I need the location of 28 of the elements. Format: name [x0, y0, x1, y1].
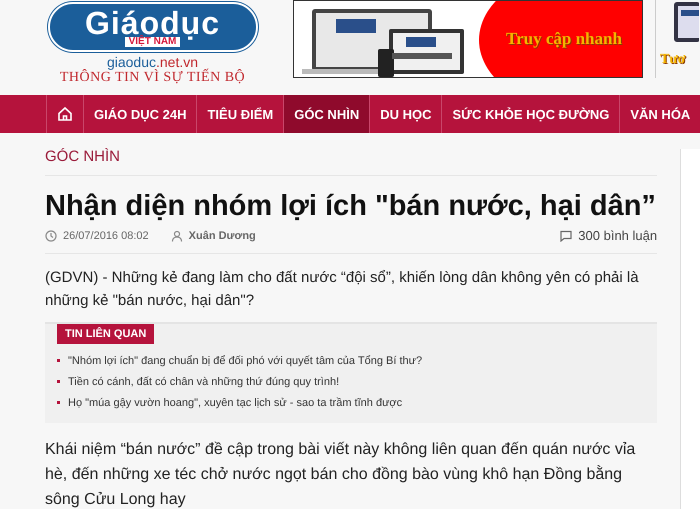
bullet-icon	[57, 401, 60, 404]
nav-tab[interactable]: SỨC KHỎE HỌC ĐƯỜNG	[441, 95, 620, 133]
related-heading: TIN LIÊN QUAN	[57, 324, 154, 344]
banner-caption: Tươ	[660, 52, 686, 68]
author-name[interactable]: Xuân Dương	[188, 230, 256, 242]
article-title: Nhận diện nhóm lợi ích "bán nước, hại dân”	[45, 189, 657, 224]
home-icon	[57, 106, 73, 122]
logo-badge[interactable]: Giáodục VIỆT NAM	[48, 2, 258, 52]
related-link[interactable]: Tiền có cánh, đất có chân và những thứ đúng quy trình!	[68, 376, 340, 388]
nav-tab[interactable]: DU HỌC	[369, 95, 442, 133]
article-body: Khái niệm “bán nước” đề cập trong bài viết này không liên quan đến quán nước vỉa hè, đến những xe téc chở nước ngọt bán cho đồng bào vùng khô hạn Đồng bằng sông Cửu Long hay	[45, 440, 636, 509]
related-link[interactable]: "Nhóm lợi ích" đang chuẩn bị để đối phó với quyết tâm của Tổng Bí thư?	[68, 354, 422, 366]
site-domain: giaoduc.net.vn	[106, 54, 198, 70]
slogan: THÔNG TIN VÌ SỰ TIẾN BỘ	[60, 70, 246, 86]
category-label[interactable]: GÓC NHÌN	[45, 133, 658, 176]
nav-tab[interactable]: GIÁO DỤC 24H	[83, 95, 196, 133]
comment-count[interactable]: 300 bình luận	[578, 228, 658, 243]
bullet-icon	[57, 380, 60, 383]
clock-icon	[45, 230, 57, 242]
nav-tab[interactable]: VĂN HÓA	[619, 95, 700, 133]
comment-icon	[560, 230, 572, 242]
bullet-icon	[57, 359, 60, 362]
article-lead: (GDVN) - Những kẻ đang làm cho đất nước “đội sổ”, khiến lòng dân không yên có phải là những kẻ "bán nước, hại dân"?	[45, 268, 640, 311]
user-icon	[170, 230, 183, 242]
publish-date: 26/07/2016 08:02	[63, 230, 149, 242]
nav-tab[interactable]: GÓC NHÌN	[283, 95, 370, 133]
banner-caption: Truy cập nhanh	[506, 29, 622, 49]
related-link[interactable]: Họ "múa gậy vườn hoang", xuyên tạc lịch sử - sao ta trầm tĩnh được	[68, 396, 402, 408]
